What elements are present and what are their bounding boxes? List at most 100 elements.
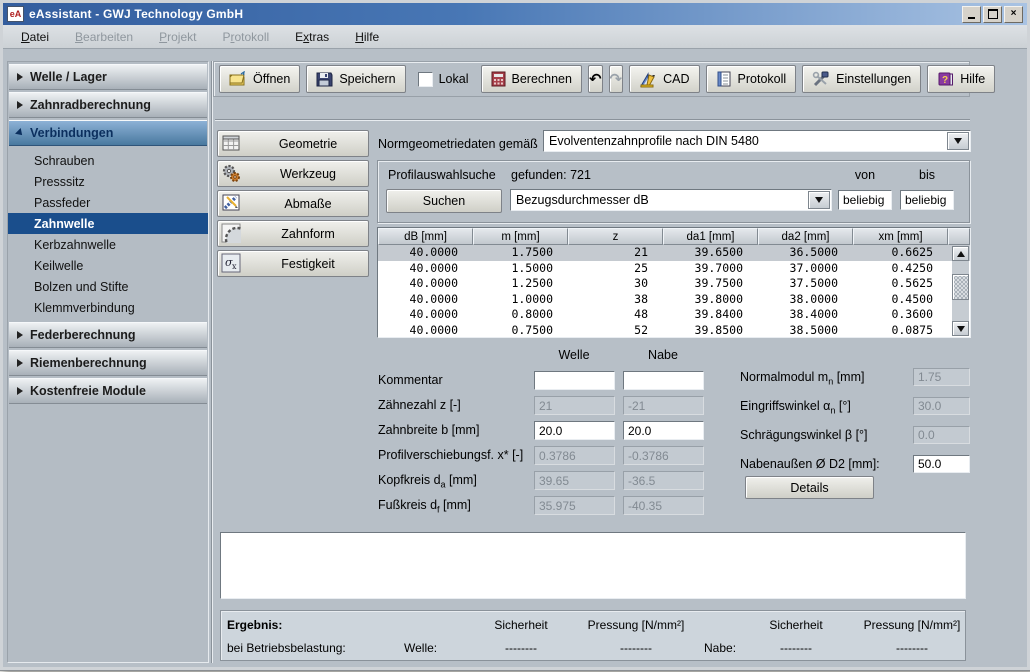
sidebar-item-presssitz[interactable]: Presssitz	[8, 171, 208, 192]
cell: 40.0000	[378, 276, 473, 292]
table-row[interactable]: 40.00001.25003039.750037.50000.5625	[378, 276, 970, 292]
window-title: eAssistant - GWJ Technology GmbH	[29, 7, 243, 21]
eingriffswinkel-field	[913, 397, 970, 415]
sidebar-section-federberechnung[interactable]: Federberechnung	[9, 322, 207, 348]
zahnform-tab-label: Zahnform	[248, 221, 368, 246]
welle-sicherheit-value: --------	[505, 641, 537, 655]
table-row[interactable]: 40.00001.00003839.800038.00000.4500	[378, 292, 970, 308]
menu-hilfe[interactable]: Hilfe	[355, 30, 379, 44]
cell: 40.0000	[378, 323, 473, 339]
cell: 0.4500	[853, 292, 948, 308]
scrollbar-thumb[interactable]	[952, 274, 969, 300]
collapsed-arrow-icon	[17, 331, 23, 339]
undo-button[interactable]: ↶	[588, 65, 603, 93]
sidebar-item-passfeder[interactable]: Passfeder	[8, 192, 208, 213]
column-header[interactable]: da1 [mm]	[663, 228, 758, 245]
zahnbreite-welle-input[interactable]	[534, 421, 615, 440]
profile-table: dB [mm] m [mm] z da1 [mm] da2 [mm] xm [m…	[377, 227, 971, 338]
sidebar-section-kostenfreie-module[interactable]: Kostenfreie Module	[9, 378, 207, 404]
cell: 30	[568, 276, 663, 292]
profile-search-groupbox: Profilauswahlsuche gefunden: 721 von bis…	[377, 160, 970, 223]
sidebar-item-schrauben[interactable]: Schrauben	[8, 150, 208, 171]
norm-geometry-select[interactable]: Evolventenzahnprofile nach DIN 5480	[543, 130, 971, 152]
column-header[interactable]: da2 [mm]	[758, 228, 853, 245]
zahnbreite-label: Zahnbreite b [mm]	[378, 421, 479, 445]
profilverschiebung-label: Profilverschiebungsf. x* [-]	[378, 446, 523, 470]
sidebar-item-bolzen-und-stifte[interactable]: Bolzen und Stifte	[8, 276, 208, 297]
save-button[interactable]: Speichern	[306, 65, 405, 93]
zahnform-tab-button[interactable]: Zahnform	[217, 220, 369, 247]
dropdown-button[interactable]	[808, 191, 830, 209]
table-row[interactable]: 40.00000.80004839.840038.40000.3600	[378, 307, 970, 323]
cad-button[interactable]: CAD	[629, 65, 699, 93]
help-button[interactable]: ? Hilfe	[927, 65, 995, 93]
search-button[interactable]: Suchen	[386, 189, 502, 213]
calculate-button[interactable]: Berechnen	[481, 65, 582, 93]
fusskreis-nabe-field	[623, 496, 704, 515]
details-button-label: Details	[790, 481, 828, 495]
local-checkbox[interactable]	[418, 72, 433, 87]
tooth-form-gear-icon	[221, 223, 241, 243]
menu-extras[interactable]: Extras	[295, 30, 329, 44]
open-button[interactable]: Öffnen	[219, 65, 300, 93]
schraegungswinkel-label: Schrägungswinkel β [°]	[740, 426, 868, 450]
settings-button[interactable]: Einstellungen	[802, 65, 921, 93]
cell: 0.3600	[853, 307, 948, 323]
sidebar-section-label: Federberechnung	[30, 328, 136, 342]
norm-geometry-value: Evolventenzahnprofile nach DIN 5480	[549, 131, 946, 151]
cell: 40.0000	[378, 245, 473, 261]
zahnbreite-nabe-input[interactable]	[623, 421, 704, 440]
bis-input[interactable]	[900, 190, 954, 210]
table-row[interactable]: 40.00001.75002139.650036.50000.6625	[378, 245, 970, 261]
table-row[interactable]: 40.00000.75005239.850038.50000.0875	[378, 323, 970, 339]
kommentar-nabe-input[interactable]	[623, 371, 704, 390]
cell: 25	[568, 261, 663, 277]
search-criterion-value: Bezugsdurchmesser dB	[516, 190, 807, 210]
sidebar-section-riemenberechnung[interactable]: Riemenberechnung	[9, 350, 207, 376]
sidebar-item-zahnwelle[interactable]: Zahnwelle	[8, 213, 208, 234]
nabe-column-header: Nabe	[623, 348, 703, 362]
help-book-icon: ?	[937, 71, 954, 87]
table-scrollbar[interactable]	[952, 246, 969, 336]
column-header[interactable]: dB [mm]	[378, 228, 473, 245]
cell: 39.6500	[663, 245, 758, 261]
sidebar-navigation: Welle / Lager Zahnradberechnung Verbindu…	[7, 61, 209, 663]
abmasse-tab-button[interactable]: Abmaße	[217, 190, 369, 217]
festigkeit-tab-button[interactable]: σx Festigkeit	[217, 250, 369, 277]
sidebar-item-klemmverbindung[interactable]: Klemmverbindung	[8, 297, 208, 318]
werkzeug-tab-button[interactable]: Werkzeug	[217, 160, 369, 187]
close-button[interactable]: ×	[1004, 6, 1023, 23]
maximize-button[interactable]	[983, 6, 1002, 23]
tolerances-drawing-icon	[221, 193, 241, 213]
menu-datei[interactable]: Datei	[21, 30, 49, 44]
chevron-down-icon	[815, 197, 823, 203]
scroll-up-button[interactable]	[952, 246, 969, 261]
column-header[interactable]: z	[568, 228, 663, 245]
nabenaussen-input[interactable]	[913, 455, 970, 473]
details-button[interactable]: Details	[745, 476, 874, 499]
sidebar-item-keilwelle[interactable]: Keilwelle	[8, 255, 208, 276]
svg-text:x: x	[232, 262, 237, 271]
von-input[interactable]	[838, 190, 892, 210]
cell: 40.0000	[378, 261, 473, 277]
sidebar-section-verbindungen[interactable]: Verbindungen	[9, 120, 207, 146]
menu-bearbeiten: Bearbeiten	[75, 30, 133, 44]
column-header[interactable]: m [mm]	[473, 228, 568, 245]
sidebar-section-welle-lager[interactable]: Welle / Lager	[9, 64, 207, 90]
geometrie-tab-button[interactable]: Geometrie	[217, 130, 369, 157]
search-criterion-select[interactable]: Bezugsdurchmesser dB	[510, 189, 832, 211]
sidebar-item-label: Klemmverbindung	[34, 301, 135, 315]
protocol-button[interactable]: Protokoll	[706, 65, 797, 93]
kommentar-welle-input[interactable]	[534, 371, 615, 390]
cell: 0.8000	[473, 307, 568, 323]
cell: 1.7500	[473, 245, 568, 261]
scroll-down-button[interactable]	[952, 321, 969, 336]
window-body: Welle / Lager Zahnradberechnung Verbindu…	[3, 49, 1027, 667]
sidebar-section-zahnradberechnung[interactable]: Zahnradberechnung	[9, 92, 207, 118]
dropdown-button[interactable]	[947, 132, 969, 150]
table-row[interactable]: 40.00001.50002539.700037.00000.4250	[378, 261, 970, 277]
sidebar-item-kerbzahnwelle[interactable]: Kerbzahnwelle	[8, 234, 208, 255]
column-header[interactable]: xm [mm]	[853, 228, 948, 245]
minimize-button[interactable]	[962, 6, 981, 23]
cell: 36.5000	[758, 245, 853, 261]
